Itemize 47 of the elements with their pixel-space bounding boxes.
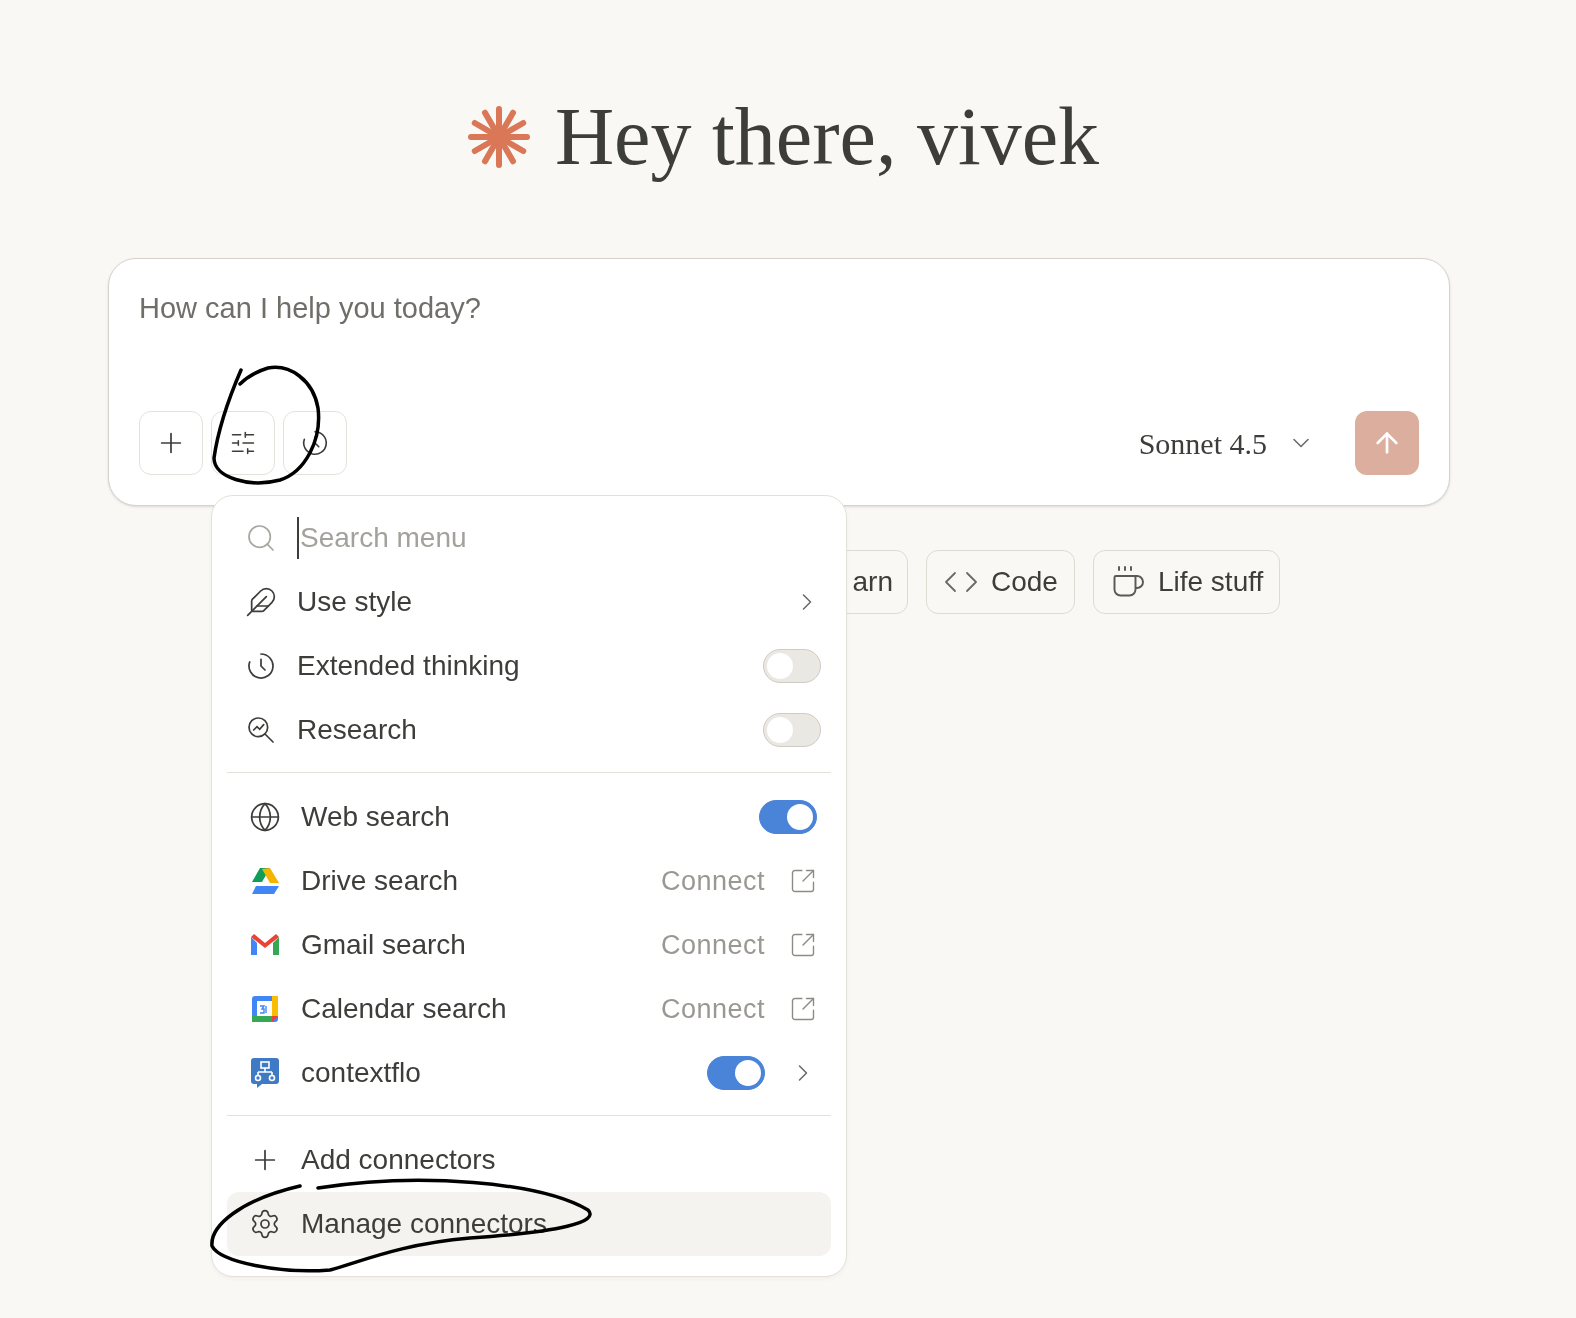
prompt-chip[interactable]: Code (926, 550, 1075, 614)
menu-item-label: Gmail search (301, 928, 466, 962)
starburst-logo (466, 105, 531, 169)
network-app-icon (250, 1057, 280, 1089)
toggle-switch[interactable] (763, 713, 821, 747)
clock-icon (245, 650, 277, 682)
toggle-switch[interactable] (763, 649, 821, 683)
drive-icon (250, 867, 280, 895)
mail-icon (250, 933, 280, 957)
external-link-icon (789, 867, 817, 895)
menu-item-label: Research (297, 713, 417, 747)
magnifier-chart-icon (245, 714, 277, 746)
menu-item[interactable]: Web search (227, 785, 831, 849)
menu-item-label: Manage connectors (301, 1207, 547, 1241)
menu-item[interactable]: Add connectors (227, 1128, 831, 1192)
settings-icon (249, 1208, 281, 1240)
menu-item-label: Drive search (301, 864, 459, 898)
search-icon (245, 522, 277, 554)
clock-icon (300, 428, 330, 458)
menu-item-label: Web search (301, 800, 450, 834)
model-selector[interactable]: Sonnet 4.5 (1138, 420, 1315, 466)
tools-button[interactable] (211, 411, 275, 475)
menu-item[interactable]: Extended thinking (223, 634, 835, 698)
menu-item-label: contextflo (301, 1056, 421, 1090)
thinking-button[interactable] (283, 411, 347, 475)
menu-item-label: Calendar search (301, 992, 507, 1026)
external-link-icon (789, 931, 817, 959)
menu-search-field[interactable]: Search menu (297, 517, 697, 559)
sliders-icon (229, 429, 257, 457)
menu-item[interactable]: Calendar search Connect (227, 977, 831, 1041)
menu-item-label: Use style (297, 585, 413, 619)
menu-item[interactable]: Research (223, 698, 835, 762)
menu-item[interactable]: Drive search Connect (227, 849, 831, 913)
message-field[interactable]: How can I help you today? (139, 287, 1419, 337)
feather-icon (245, 586, 277, 618)
external-link-icon (789, 995, 817, 1023)
send-button[interactable] (1355, 411, 1419, 475)
globe-icon (249, 801, 281, 833)
menu-item[interactable]: Gmail search Connect (227, 913, 831, 977)
calendar-icon (251, 995, 279, 1023)
prompt-chip[interactable]: Life stuff (1092, 550, 1281, 614)
toggle-switch[interactable] (759, 800, 817, 834)
menu-item-label: Add connectors (301, 1143, 496, 1177)
menu-item[interactable]: Manage connectors (227, 1192, 831, 1256)
menu-item-label: Extended thinking (297, 649, 520, 683)
menu-item[interactable]: contextflo (227, 1041, 831, 1105)
toggle-switch[interactable] (707, 1056, 765, 1090)
